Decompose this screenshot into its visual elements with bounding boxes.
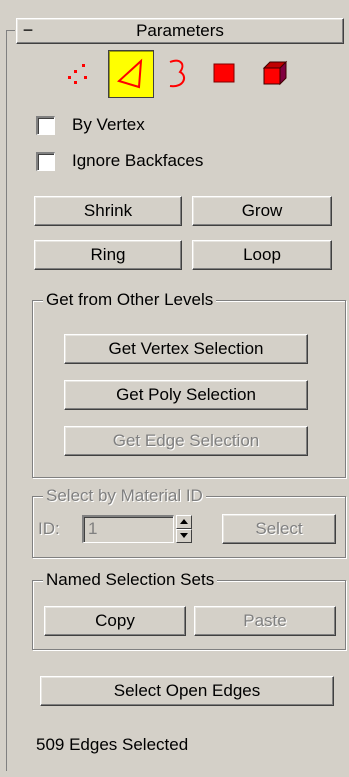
ignore-backfaces-checkbox[interactable] (36, 152, 55, 171)
ignore-backfaces-label: Ignore Backfaces (72, 151, 204, 170)
element-mode-button[interactable] (252, 50, 296, 96)
grow-button[interactable]: Grow (192, 196, 332, 226)
spinner-up-arrow[interactable] (176, 515, 192, 529)
rollout-bracket (6, 30, 15, 771)
select-material-button[interactable]: Select (222, 514, 336, 544)
element-cube-icon (262, 60, 288, 86)
spinner-down-arrow[interactable] (176, 529, 192, 543)
edge-mode-button[interactable] (108, 50, 154, 98)
get-poly-selection-button[interactable]: Get Poly Selection (64, 380, 308, 410)
material-id-spinner[interactable] (176, 515, 192, 543)
vertex-mode-button[interactable] (60, 50, 104, 96)
ring-button[interactable]: Ring (34, 240, 182, 270)
paste-button[interactable]: Paste (194, 606, 336, 636)
polygon-mode-button[interactable] (204, 50, 248, 96)
get-vertex-selection-button[interactable]: Get Vertex Selection (64, 334, 308, 364)
loop-button[interactable]: Loop (192, 240, 332, 270)
parameters-rollout-header[interactable]: − Parameters (16, 18, 344, 44)
get-edge-selection-button[interactable]: Get Edge Selection (64, 426, 308, 456)
by-vertex-checkbox[interactable] (36, 116, 55, 135)
border-mode-button[interactable] (156, 50, 200, 96)
get-from-other-levels-title: Get from Other Levels (43, 289, 217, 311)
selection-status: 509 Edges Selected (36, 735, 189, 754)
arrow-down-icon (180, 533, 188, 538)
vertex-dots-icon (68, 64, 87, 84)
rollout-title: Parameters (136, 21, 224, 40)
shrink-button[interactable]: Shrink (34, 196, 182, 226)
by-vertex-label: By Vertex (72, 115, 145, 134)
subobject-level-toolbar (60, 48, 300, 98)
material-id-field[interactable]: 1 (82, 515, 174, 543)
polygon-square-icon (213, 63, 235, 83)
border-loop-icon (169, 59, 186, 88)
arrow-up-icon (180, 519, 188, 524)
edge-triangle-icon (117, 58, 143, 89)
select-by-material-id-title: Select by Material ID (43, 485, 206, 507)
named-selection-sets-title: Named Selection Sets (43, 569, 218, 591)
material-id-label: ID: (38, 519, 60, 538)
copy-button[interactable]: Copy (44, 606, 186, 636)
select-open-edges-button[interactable]: Select Open Edges (40, 676, 334, 706)
